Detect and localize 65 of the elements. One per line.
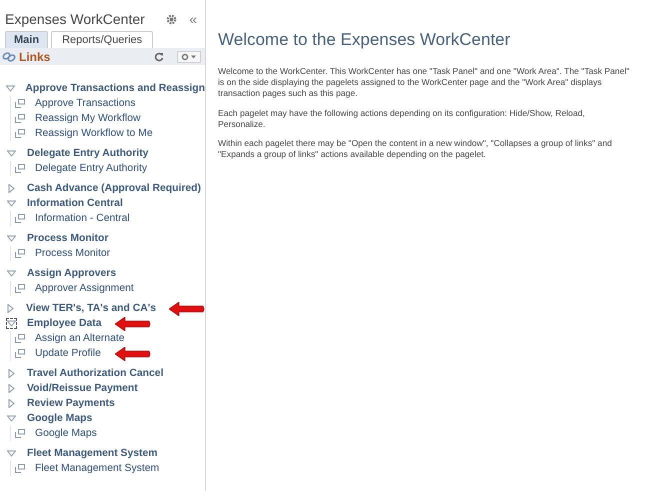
expand-toggle-icon[interactable] [6,383,17,394]
annotation-arrow [114,316,150,330]
new-window-icon[interactable] [15,164,25,173]
group-heading[interactable]: Assign Approvers [27,268,116,279]
paragraph: Each pagelet may have the following actions depending on its configuration: Hide/Show, Reload, Personalize. [218,108,586,130]
group-heading[interactable]: Employee Data [27,318,102,329]
link[interactable]: Process Monitor [35,248,110,259]
expand-toggle-icon[interactable] [6,303,16,314]
group-heading[interactable]: Delegate Entry Authority [27,148,148,159]
group-heading[interactable]: Cash Advance (Approval Required) [27,183,201,194]
annotation-arrow [114,346,151,360]
tab[interactable]: Main [5,31,48,48]
collapse-button[interactable]: « [189,12,197,26]
paragraph: Within each pagelet there may be "Open the content in a new window", "Collapses a group of links" and "Expands a group of links" actions available depending on the pagelet. [218,138,613,160]
link[interactable]: Approve Transactions [35,98,136,109]
expand-toggle-icon[interactable] [6,183,17,194]
panel-title: Expenses WorkCenter [5,11,146,27]
paragraph: Welcome to the WorkCenter. This WorkCenter has one "Task Panel" and one "Work Area". The "Task Panel" is on the side displaying the pagelets assigned to the WorkCenter page and the "Work Area" displays transaction pages such as this page. [218,66,630,100]
group-heading[interactable]: View TER's, TA's and CA's [26,303,156,314]
collapse-toggle-icon[interactable] [6,148,17,159]
new-window-icon[interactable] [15,334,25,343]
collapse-toggle-icon[interactable] [6,268,17,279]
collapse-toggle-icon[interactable] [6,233,17,244]
new-window-icon[interactable] [15,249,25,258]
link[interactable]: Information - Central [35,213,130,224]
collapse-toggle-icon[interactable] [6,413,17,424]
expand-toggle-icon[interactable] [6,398,17,409]
gear-icon [181,52,197,60]
group-heading[interactable]: Google Maps [27,413,92,424]
new-window-icon[interactable] [15,214,25,223]
link[interactable]: Google Maps [35,428,97,439]
new-window-icon[interactable] [15,284,25,293]
link[interactable]: Delegate Entry Authority [35,163,148,174]
group-heading[interactable]: Information Central [27,198,123,209]
link-icon [2,50,16,62]
page-heading: Welcome to the Expenses WorkCenter [218,30,512,50]
annotation-arrow [169,302,205,316]
collapse-toggle-icon[interactable] [6,198,17,209]
new-window-icon[interactable] [15,99,25,108]
link[interactable]: Assign an Alternate [35,333,125,344]
link[interactable]: Approver Assignment [35,283,134,294]
link[interactable]: Reassign Workflow to Me [35,128,153,139]
collapse-toggle-icon[interactable] [6,318,17,329]
collapse-toggle-icon[interactable] [6,83,16,94]
link[interactable]: Reassign My Workflow [35,113,140,124]
tab[interactable]: Reports/Queries [51,31,154,48]
reload-icon[interactable] [154,52,164,62]
new-window-icon[interactable] [15,464,25,473]
group-heading[interactable]: Travel Authorization Cancel [27,368,164,379]
group-heading[interactable]: Void/Reissue Payment [27,383,138,394]
link[interactable]: Update Profile [35,348,101,359]
expand-toggle-icon[interactable] [6,368,17,379]
options-button[interactable] [177,50,201,62]
group-heading[interactable]: Approve Transactions and Reassign [25,83,205,94]
group-heading[interactable]: Fleet Management System [27,448,158,459]
link[interactable]: Fleet Management System [35,463,160,474]
group-heading[interactable]: Process Monitor [27,233,108,244]
collapse-toggle-icon[interactable] [6,448,17,459]
new-window-icon[interactable] [15,129,25,138]
pagelet-title: Links [19,50,52,64]
settings-icon[interactable] [166,14,178,24]
new-window-icon[interactable] [15,114,25,123]
new-window-icon[interactable] [15,349,25,358]
new-window-icon[interactable] [15,429,25,438]
group-heading[interactable]: Review Payments [27,398,115,409]
